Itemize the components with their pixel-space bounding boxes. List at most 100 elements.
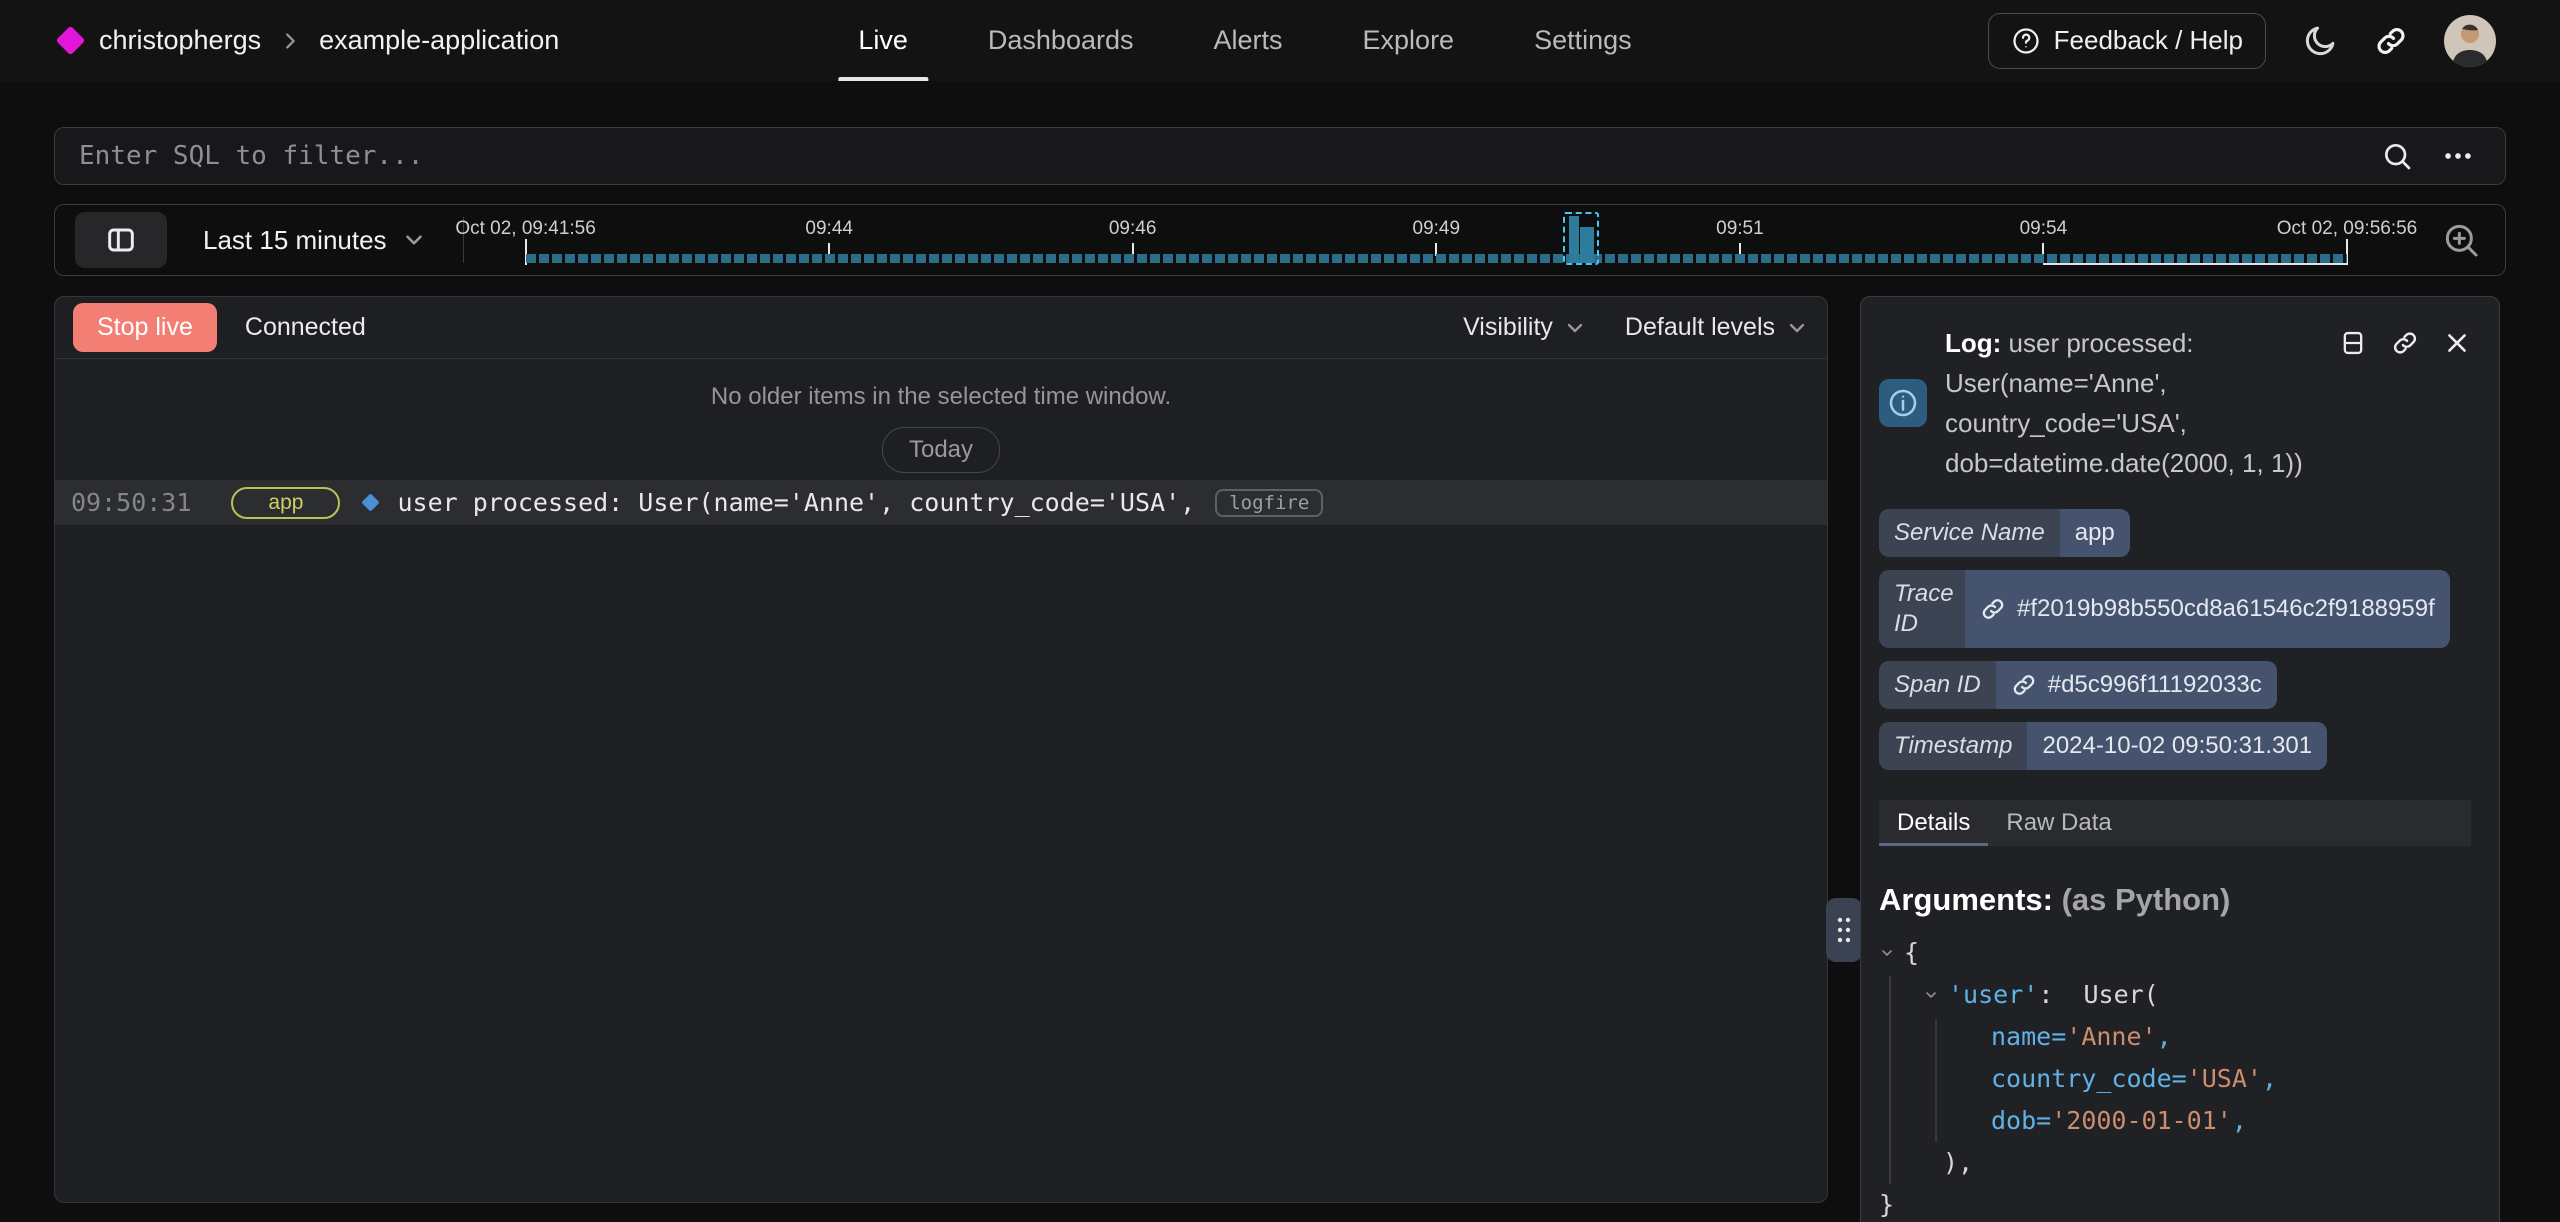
visibility-dropdown[interactable]: Visibility [1463,313,1587,342]
log-level-diamond-icon [362,493,380,511]
info-level-icon [1879,379,1927,427]
sidebar-panel-icon [105,224,137,256]
timeline-activity-dashes [526,254,2347,263]
tab-dashboards[interactable]: Dashboards [988,0,1134,81]
more-options-icon[interactable] [2441,139,2475,173]
top-nav: christophergs example-application Live D… [0,0,2560,81]
tab-alerts[interactable]: Alerts [1213,0,1282,81]
feedback-help-label: Feedback / Help [2054,25,2243,56]
field-value: app [2060,509,2130,557]
trace-id-field: Trace ID #f2019b98b550cd8a61546c2f918895… [1879,570,2450,648]
time-range-select[interactable]: Last 15 minutes [203,225,427,256]
field-value: 2024-10-02 09:50:31.301 [2027,722,2327,770]
breadcrumb-chevron-icon [279,30,301,52]
indent-guide [1935,1020,1937,1142]
log-row-timestamp: 09:50:31 [71,488,191,517]
live-view-body: No older items in the selected time wind… [55,383,1827,473]
arguments-code-tree: { 'user': User( name='Anne', country_cod… [1879,932,2471,1222]
field-label: Trace ID [1879,570,1965,648]
breadcrumb-org[interactable]: christophergs [99,25,261,56]
zoom-in-icon[interactable] [2441,220,2481,260]
stop-live-button[interactable]: Stop live [73,303,217,352]
split-panel-icon[interactable] [2339,329,2367,357]
tab-live[interactable]: Live [858,0,908,81]
user-avatar[interactable] [2444,15,2496,67]
sidebar-toggle-button[interactable] [75,212,167,268]
tab-explore[interactable]: Explore [1363,0,1455,81]
breadcrumb-project[interactable]: example-application [319,25,559,56]
tab-details[interactable]: Details [1879,800,1988,846]
logfire-logo-icon[interactable] [56,26,86,56]
live-view-panel: Stop live Connected Visibility Default l… [54,296,1828,1203]
field-label: Service Name [1879,509,2060,557]
timeline-baseline [2043,263,2347,265]
sql-bar-icons [2381,139,2475,173]
feedback-help-button[interactable]: Feedback / Help [1988,13,2266,69]
empty-window-message: No older items in the selected time wind… [55,383,1827,411]
timeline-tick-label: Oct 02, 09:41:56 [455,218,596,240]
detail-tabs: Details Raw Data [1879,800,2471,846]
chevron-down-icon [401,227,427,253]
timeline-bar: Last 15 minutes Oct 02, 09:41:56 09:44 0… [54,204,2506,276]
sql-filter-bar [54,127,2506,185]
copy-link-icon[interactable] [2391,329,2419,357]
detail-title-prefix: Log: [1945,328,2001,358]
nav-actions: Feedback / Help [1988,13,2496,69]
scope-pill: logfire [1215,489,1323,517]
share-link-icon[interactable] [2374,24,2408,58]
code-line: name='Anne', [1879,1016,2471,1058]
live-view-header: Stop live Connected Visibility Default l… [55,297,1827,359]
dark-mode-moon-icon[interactable] [2302,23,2338,59]
chevron-down-icon [1563,316,1587,340]
connection-status: Connected [245,313,366,342]
code-line: dob='2000-01-01', [1879,1100,2471,1142]
timeline-tick-label: 09:44 [805,218,853,240]
indent-guide [1889,976,1891,1184]
logfire-app: christophergs example-application Live D… [0,0,2560,1222]
tab-settings[interactable]: Settings [1534,0,1632,81]
chevron-down-icon [1785,316,1809,340]
field-value[interactable]: #d5c996f11192033c [2048,671,2262,699]
timeline-chart[interactable]: Oct 02, 09:41:56 09:44 09:46 09:49 09:51… [464,205,2417,275]
today-button[interactable]: Today [882,427,1000,473]
code-line: } [1879,1184,2471,1222]
close-icon[interactable] [2443,329,2471,357]
field-label: Timestamp [1879,722,2027,770]
timeline-selection-box [1563,212,1599,265]
log-row[interactable]: 09:50:31 app user processed: User(name='… [55,480,1827,525]
arguments-heading-sub: (as Python) [2062,882,2231,917]
tab-raw-data[interactable]: Raw Data [1988,800,2129,846]
code-line: { [1879,932,2471,974]
arguments-heading-main: Arguments: [1879,882,2053,917]
collapse-chevron-icon[interactable] [1923,987,1939,1003]
detail-header: Log: user processed: User(name='Anne', c… [1879,323,2471,483]
field-value[interactable]: #f2019b98b550cd8a61546c2f9188959f [2017,595,2435,623]
timeline-tick-label: Oct 02, 09:56:56 [2277,218,2418,240]
field-label: Span ID [1879,661,1996,709]
link-icon [1980,596,2006,622]
time-range-label: Last 15 minutes [203,225,387,256]
timeline-tick-label: 09:54 [2020,218,2068,240]
timeline-tick-label: 09:49 [1413,218,1461,240]
service-name-pill: app [231,487,340,519]
timeline-tick-label: 09:51 [1716,218,1764,240]
service-name-field: Service Name app [1879,509,2130,557]
arguments-heading: Arguments: (as Python) [1879,882,2471,918]
sql-filter-input[interactable] [55,141,2381,171]
panel-resize-handle[interactable] [1826,898,1862,962]
collapse-chevron-icon[interactable] [1879,945,1895,961]
default-levels-dropdown[interactable]: Default levels [1625,313,1809,342]
visibility-label: Visibility [1463,313,1553,342]
code-line: 'user': User( [1879,974,2471,1016]
code-line: country_code='USA', [1879,1058,2471,1100]
timeline-tick-label: 09:46 [1109,218,1157,240]
drag-dots-icon [1834,912,1854,948]
timeline-axis: Oct 02, 09:41:56 09:44 09:46 09:49 09:51… [526,205,2347,275]
timestamp-field: Timestamp 2024-10-02 09:50:31.301 [1879,722,2327,770]
breadcrumb: christophergs example-application [60,25,559,56]
detail-title: Log: user processed: User(name='Anne', c… [1945,323,2321,483]
code-line: ), [1879,1142,2471,1184]
search-icon[interactable] [2381,140,2413,172]
nav-tabs: Live Dashboards Alerts Explore Settings [858,0,1631,81]
help-circle-icon [2011,26,2041,56]
